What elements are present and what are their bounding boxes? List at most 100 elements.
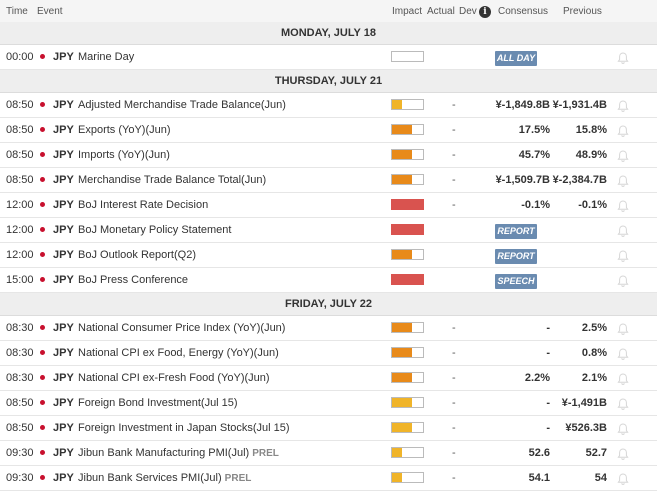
event-time: 12:00 [6, 224, 34, 236]
bell-icon[interactable] [616, 347, 630, 361]
bell-icon[interactable] [616, 99, 630, 113]
event-name[interactable]: Jibun Bank Manufacturing PMI(Jul) PREL [78, 447, 279, 459]
header-event: Event [37, 6, 63, 17]
bell-icon[interactable] [616, 124, 630, 138]
event-row[interactable]: 09:30 JPY Jibun Bank Manufacturing PMI(Jul… [0, 441, 657, 466]
bell-icon[interactable] [616, 224, 630, 238]
day-separator: MONDAY, JULY 18 [0, 22, 657, 45]
event-name-text: Exports (YoY)(Jun) [78, 124, 171, 136]
event-row[interactable]: 09:30 JPY Jibun Bank Services PMI(Jul) PREL… [0, 466, 657, 491]
impact-bar [391, 51, 424, 62]
event-row[interactable]: 08:50 JPY Exports (YoY)(Jun) - 17.5% 15.8% [0, 118, 657, 143]
japan-flag-icon [40, 152, 45, 157]
impact-bar [391, 347, 424, 358]
bell-icon[interactable] [616, 274, 630, 288]
event-name[interactable]: Foreign Bond Investment(Jul 15) [78, 397, 238, 409]
event-name[interactable]: BoJ Press Conference [78, 274, 188, 286]
event-name-text: BoJ Press Conference [78, 274, 189, 286]
event-currency: JPY [53, 447, 74, 459]
event-currency: JPY [53, 124, 74, 136]
event-name-text: National Consumer Price Index (YoY)(Jun) [78, 322, 286, 334]
bell-icon[interactable] [616, 322, 630, 336]
event-actual: - [452, 422, 456, 434]
event-row[interactable]: 08:50 JPY Imports (YoY)(Jun) - 45.7% 48.9% [0, 143, 657, 168]
event-badge: REPORT [495, 249, 537, 264]
bell-icon[interactable] [616, 174, 630, 188]
event-name-text: Foreign Bond Investment(Jul 15) [78, 397, 238, 409]
japan-flag-icon [40, 350, 45, 355]
bell-icon[interactable] [616, 199, 630, 213]
event-row[interactable]: 15:00 JPY BoJ Press Conference SPEECH [0, 268, 657, 293]
event-name[interactable]: National CPI ex Food, Energy (YoY)(Jun) [78, 347, 279, 359]
event-row[interactable]: 08:50 JPY Merchandise Trade Balance Total(… [0, 168, 657, 193]
impact-fill [392, 275, 423, 284]
event-name-text: Imports (YoY)(Jun) [78, 149, 170, 161]
bell-icon[interactable] [616, 372, 630, 386]
event-consensus: 54.1 [528, 472, 550, 484]
japan-flag-icon [40, 425, 45, 430]
impact-fill [392, 100, 403, 109]
event-name[interactable]: BoJ Monetary Policy Statement [78, 224, 231, 236]
event-time: 12:00 [6, 249, 34, 261]
event-previous: ¥-2,384.7B [552, 174, 607, 186]
impact-fill [392, 225, 423, 234]
impact-bar [391, 149, 424, 160]
impact-bar [391, 249, 424, 260]
event-name[interactable]: Adjusted Merchandise Trade Balance(Jun) [78, 99, 286, 111]
event-name[interactable]: Foreign Investment in Japan Stocks(Jul 1… [78, 422, 290, 434]
event-row[interactable]: 08:30 JPY National CPI ex-Fresh Food (YoY)… [0, 366, 657, 391]
impact-fill [392, 250, 413, 259]
header-time: Time [6, 6, 28, 17]
event-name-text: Adjusted Merchandise Trade Balance(Jun) [78, 99, 286, 111]
impact-bar [391, 174, 424, 185]
japan-flag-icon [40, 227, 45, 232]
event-name[interactable]: BoJ Interest Rate Decision [78, 199, 208, 211]
event-name[interactable]: National Consumer Price Index (YoY)(Jun) [78, 322, 285, 334]
event-row[interactable]: 12:00 JPY BoJ Monetary Policy Statement REP… [0, 218, 657, 243]
event-time: 08:50 [6, 422, 34, 434]
bell-icon[interactable] [616, 51, 630, 65]
event-name[interactable]: BoJ Outlook Report(Q2) [78, 249, 196, 261]
event-previous: 54 [594, 472, 607, 484]
event-row[interactable]: 08:50 JPY Adjusted Merchandise Trade Balan… [0, 93, 657, 118]
bell-icon[interactable] [616, 422, 630, 436]
bell-icon[interactable] [616, 249, 630, 263]
impact-bar [391, 99, 424, 110]
event-row[interactable]: 08:50 JPY Foreign Bond Investment(Jul 15) -… [0, 391, 657, 416]
event-name[interactable]: Exports (YoY)(Jun) [78, 124, 171, 136]
event-row[interactable]: 08:50 JPY Foreign Investment in Japan Stoc… [0, 416, 657, 441]
event-row[interactable]: 08:30 JPY National Consumer Price Index (Y… [0, 316, 657, 341]
event-actual: - [452, 372, 456, 384]
impact-fill [392, 398, 413, 407]
event-row[interactable]: 00:00 JPY Marine Day ALL DAY [0, 45, 657, 70]
japan-flag-icon [40, 277, 45, 282]
event-consensus: - [546, 347, 550, 359]
bell-icon[interactable] [616, 149, 630, 163]
impact-fill [392, 175, 413, 184]
event-row[interactable]: 12:00 JPY BoJ Outlook Report(Q2) REPORT [0, 243, 657, 268]
bell-icon[interactable] [616, 447, 630, 461]
event-previous: 48.9% [575, 149, 607, 161]
bell-icon[interactable] [616, 472, 630, 486]
event-badge: SPEECH [495, 274, 537, 289]
impact-bar [391, 422, 424, 433]
event-currency: JPY [53, 99, 74, 111]
event-name[interactable]: National CPI ex-Fresh Food (YoY)(Jun) [78, 372, 270, 384]
event-name[interactable]: Merchandise Trade Balance Total(Jun) [78, 174, 266, 186]
event-name[interactable]: Jibun Bank Services PMI(Jul) PREL [78, 472, 251, 484]
event-name[interactable]: Marine Day [78, 51, 134, 63]
info-icon[interactable]: i [479, 6, 491, 18]
event-previous: 2.5% [581, 322, 607, 334]
event-name[interactable]: Imports (YoY)(Jun) [78, 149, 170, 161]
event-name-text: BoJ Outlook Report(Q2) [78, 249, 196, 261]
event-previous: ¥-1,491B [561, 397, 607, 409]
japan-flag-icon [40, 54, 45, 59]
japan-flag-icon [40, 450, 45, 455]
event-tag: PREL [224, 473, 252, 484]
event-currency: JPY [53, 174, 74, 186]
event-row[interactable]: 12:00 JPY BoJ Interest Rate Decision - -0.1%… [0, 193, 657, 218]
event-time: 08:50 [6, 149, 34, 161]
event-currency: JPY [53, 422, 74, 434]
bell-icon[interactable] [616, 397, 630, 411]
event-row[interactable]: 08:30 JPY National CPI ex Food, Energy (Yo… [0, 341, 657, 366]
